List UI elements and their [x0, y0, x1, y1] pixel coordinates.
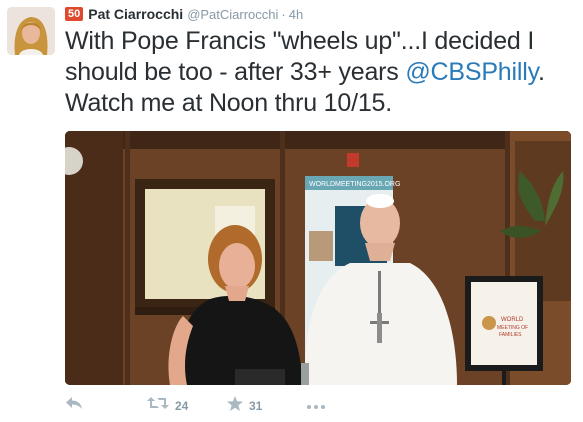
tweet: 50 Pat Ciarrocchi @PatCiarrocchi · 4h Wi…: [0, 0, 583, 422]
notification-badge: 50: [65, 7, 84, 21]
retweet-count: 24: [175, 399, 189, 413]
sign-line-2: MEETING OF: [497, 325, 528, 331]
tweet-timestamp[interactable]: 4h: [289, 7, 303, 22]
more-button[interactable]: [306, 396, 326, 416]
avatar-image: [7, 7, 55, 55]
mention-link[interactable]: @CBSPhilly: [405, 58, 538, 86]
star-icon: [227, 395, 243, 417]
photo-image: WORLDMEETING2015.ORG WORLD MEETING OF FA…: [65, 131, 571, 385]
reply-icon: [65, 396, 83, 416]
sign-line-3: FAMILIES: [499, 332, 522, 338]
reply-button[interactable]: [65, 396, 83, 416]
tweet-text: With Pope Francis "wheels up"...I decide…: [65, 26, 580, 119]
favorite-count: 31: [249, 399, 263, 413]
retweet-button[interactable]: 24: [147, 396, 188, 416]
favorite-button[interactable]: 31: [227, 395, 263, 417]
header-separator: ·: [281, 6, 286, 22]
tweet-photo[interactable]: WORLDMEETING2015.ORG WORLD MEETING OF FA…: [65, 131, 571, 385]
sign-line-1: WORLD: [501, 317, 524, 323]
author-fullname[interactable]: Pat Ciarrocchi: [88, 6, 183, 22]
more-dots-icon: [306, 396, 326, 416]
avatar[interactable]: [7, 7, 55, 55]
tweet-header: 50 Pat Ciarrocchi @PatCiarrocchi · 4h: [65, 5, 303, 23]
banner-text: WORLDMEETING2015.ORG: [309, 181, 400, 188]
author-username[interactable]: @PatCiarrocchi: [187, 7, 278, 22]
retweet-icon: [147, 396, 169, 416]
